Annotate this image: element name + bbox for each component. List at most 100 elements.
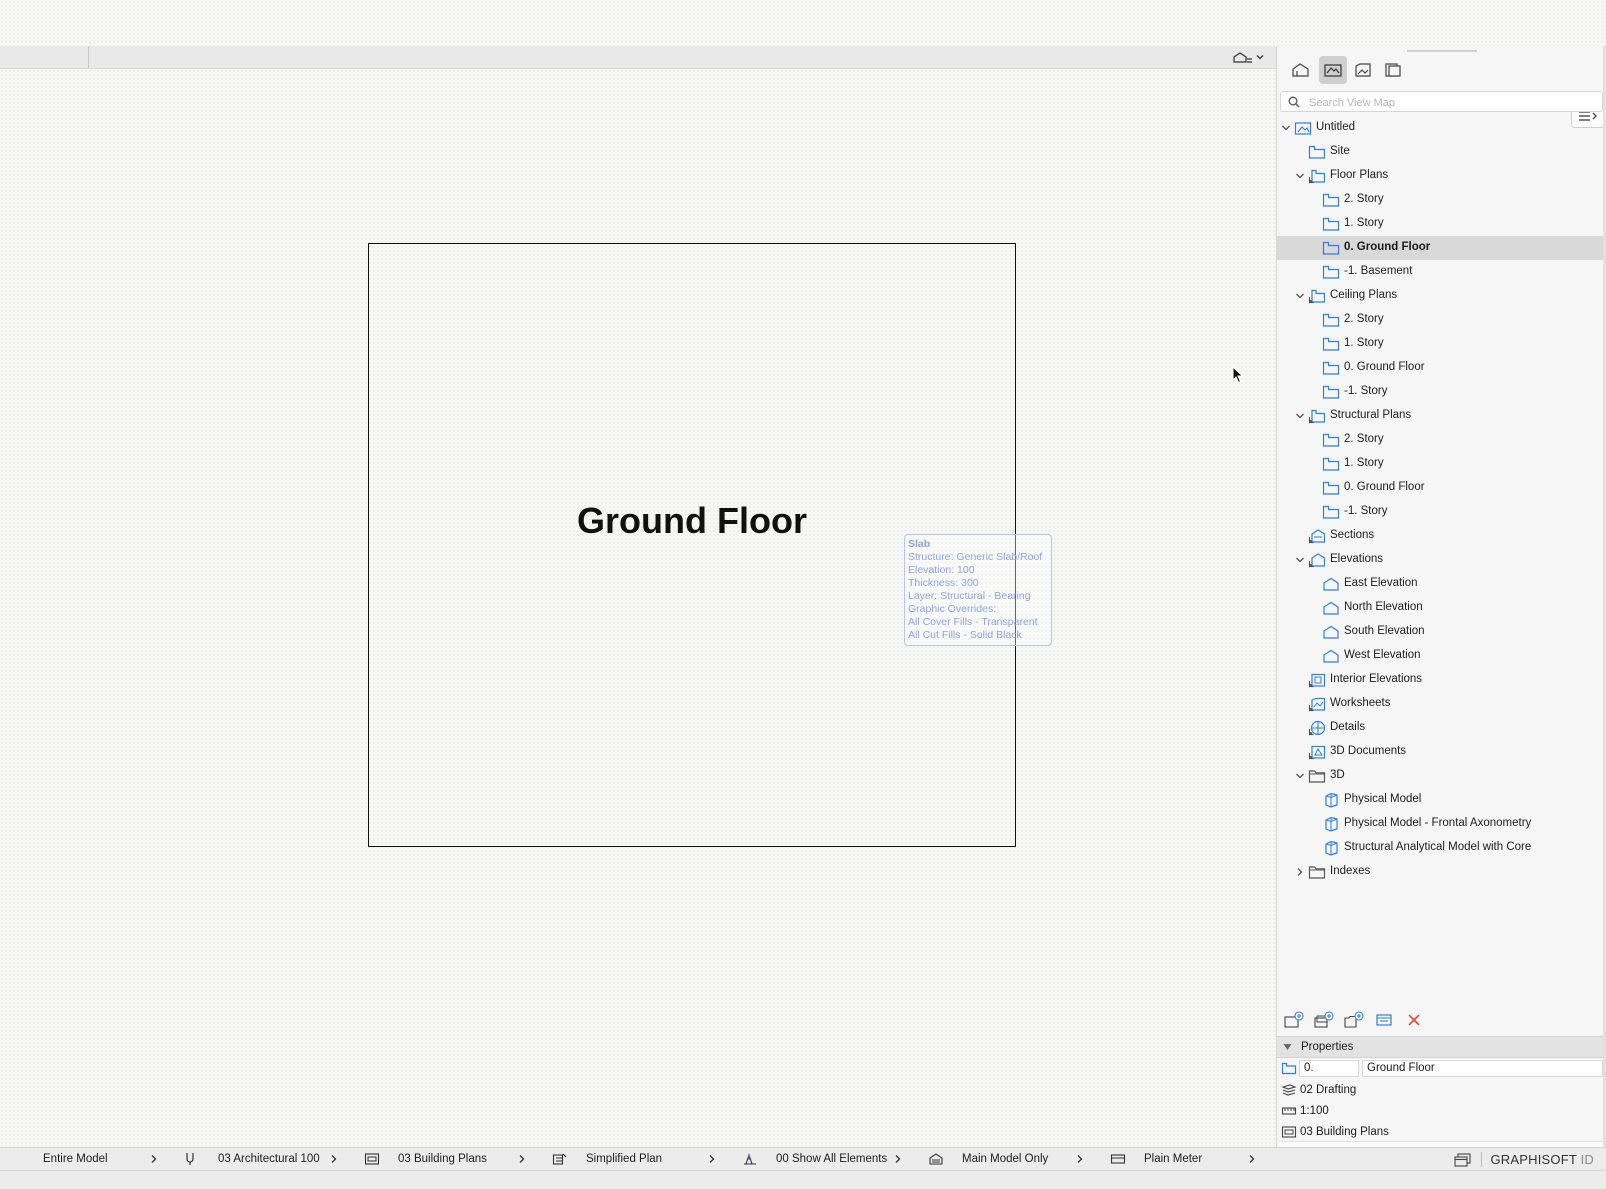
- tree-item[interactable]: Floor Plans: [1277, 164, 1606, 188]
- tree-item[interactable]: West Elevation: [1277, 644, 1606, 668]
- scale-icon: [1281, 1107, 1297, 1115]
- tree-item[interactable]: Indexes: [1277, 860, 1606, 884]
- tree-item-label: Interior Elevations: [1330, 673, 1423, 685]
- view-name-field[interactable]: Ground Floor: [1362, 1060, 1603, 1077]
- tree-item[interactable]: 2. Story: [1277, 188, 1606, 212]
- tree-item[interactable]: 0. Ground Floor: [1277, 476, 1606, 500]
- chevron-down-icon[interactable]: [1295, 291, 1305, 301]
- drawing-canvas[interactable]: Ground Floor Slab Structure: Generic Slab…: [0, 69, 1276, 1147]
- tree-item-label: -1. Story: [1344, 505, 1388, 517]
- tree-item[interactable]: Untitled: [1277, 116, 1606, 140]
- chevron-down-icon[interactable]: [1281, 123, 1291, 133]
- tree-item[interactable]: Worksheets: [1277, 692, 1606, 716]
- plan-view-icon: [1281, 1062, 1297, 1075]
- mouse-cursor-icon: [1232, 366, 1244, 384]
- chevron-down-icon[interactable]: [1295, 171, 1305, 181]
- navigator-panel: Untitled Site Floor Plans 2. Story 1. Story 0…: [1276, 46, 1606, 1164]
- tree-item-label: Worksheets: [1330, 697, 1391, 709]
- tree-item-label: 0. Ground Floor: [1344, 361, 1425, 373]
- tree-item[interactable]: Interior Elevations: [1277, 668, 1606, 692]
- chevron-down-icon[interactable]: [1295, 771, 1305, 781]
- new-folder-button[interactable]: [1343, 1010, 1365, 1030]
- new-view-button[interactable]: [1283, 1010, 1305, 1030]
- new-folder-icon: [1344, 1011, 1364, 1028]
- quick-option-03-architectural-100[interactable]: 03 Architectural 100: [178, 1148, 358, 1171]
- tree-item[interactable]: 3D: [1277, 764, 1606, 788]
- tree-item[interactable]: -1. Basement: [1277, 260, 1606, 284]
- quick-option-simplified-plan[interactable]: Simplified Plan: [546, 1148, 736, 1171]
- tree-item[interactable]: 0. Ground Floor: [1277, 356, 1606, 380]
- quick-option-03-building-plans[interactable]: 03 Building Plans: [358, 1148, 546, 1171]
- quick-options-bar: Entire Model 03 Architectural 100 03 Build…: [0, 1147, 1276, 1171]
- chevron-right-icon[interactable]: [1295, 867, 1305, 877]
- tree-item-label: Structural Plans: [1330, 409, 1412, 421]
- quick-option-label: Simplified Plan: [586, 1153, 663, 1165]
- 3d-view-icon: [1322, 840, 1340, 856]
- element-info-tooltip: Slab Structure: Generic Slab/Roof Elevatio…: [904, 534, 1052, 646]
- tab-layout-book[interactable]: [1349, 56, 1377, 84]
- tab-project-map[interactable]: [1287, 56, 1315, 84]
- elevation-view-icon: [1322, 648, 1340, 664]
- tree-item[interactable]: 1. Story: [1277, 332, 1606, 356]
- tree-item[interactable]: North Elevation: [1277, 596, 1606, 620]
- delete-button[interactable]: [1403, 1010, 1425, 1030]
- tooltip-line: All Cover Fills - Transparent: [908, 616, 1038, 628]
- dimension-icon: [1110, 1152, 1126, 1169]
- plan-view-icon: [1322, 312, 1340, 328]
- property-layer-row[interactable]: 02 Drafting: [1277, 1080, 1606, 1101]
- tab-view-map[interactable]: [1319, 56, 1347, 84]
- tree-item[interactable]: South Elevation: [1277, 620, 1606, 644]
- search-field[interactable]: [1280, 91, 1603, 112]
- view-id-field[interactable]: 0.: [1299, 1060, 1359, 1077]
- layout-book-icon: [1355, 63, 1371, 77]
- tab-publisher-sets[interactable]: [1379, 56, 1407, 84]
- tree-item[interactable]: 2. Story: [1277, 308, 1606, 332]
- search-input[interactable]: [1307, 94, 1591, 112]
- plan-view-icon: [1322, 384, 1340, 400]
- quick-option-00-show-all-elements[interactable]: 00 Show All Elements: [736, 1148, 922, 1171]
- property-mvo-row[interactable]: 03 Building Plans: [1277, 1122, 1606, 1143]
- chevron-down-icon[interactable]: [1295, 411, 1305, 421]
- view-options-button[interactable]: [1226, 48, 1270, 66]
- tree-item[interactable]: Elevations: [1277, 548, 1606, 572]
- chevron-right-icon: [708, 1152, 716, 1167]
- chevron-right-icon: [1076, 1152, 1084, 1167]
- tree-item[interactable]: 3D Documents: [1277, 740, 1606, 764]
- section-folder-icon: [1308, 528, 1326, 544]
- tree-item[interactable]: 2. Story: [1277, 428, 1606, 452]
- tree-item[interactable]: Sections: [1277, 524, 1606, 548]
- tree-item[interactable]: Structural Analytical Model with Core: [1277, 836, 1606, 860]
- plan-folder-icon: [1308, 288, 1326, 304]
- tree-item[interactable]: East Elevation: [1277, 572, 1606, 596]
- tree-item-label: 1. Story: [1344, 457, 1384, 469]
- clone-folder-button[interactable]: [1313, 1010, 1335, 1030]
- tree-item[interactable]: -1. Story: [1277, 380, 1606, 404]
- quick-option-entire-model[interactable]: Entire Model: [0, 1148, 178, 1171]
- tree-item[interactable]: Details: [1277, 716, 1606, 740]
- tree-item[interactable]: Physical Model: [1277, 788, 1606, 812]
- tree-item[interactable]: Structural Plans: [1277, 404, 1606, 428]
- elevation-view-icon: [1322, 576, 1340, 592]
- property-scale-row[interactable]: 1:100: [1277, 1101, 1606, 1122]
- chevron-down-icon[interactable]: [1295, 555, 1305, 565]
- tree-item[interactable]: -1. Story: [1277, 500, 1606, 524]
- panel-resize-grip[interactable]: [1407, 50, 1477, 52]
- chevron-right-icon: [894, 1152, 902, 1167]
- tooltip-line: Elevation: 100: [908, 564, 975, 576]
- quick-option-main-model-only[interactable]: Main Model Only: [922, 1148, 1104, 1171]
- properties-header[interactable]: Properties: [1277, 1036, 1606, 1058]
- tree-item-selected[interactable]: 0. Ground Floor: [1277, 236, 1606, 260]
- elevation-view-icon: [1322, 624, 1340, 640]
- tree-item[interactable]: Site: [1277, 140, 1606, 164]
- tree-item-label: Structural Analytical Model with Core: [1344, 841, 1532, 853]
- tree-item[interactable]: 1. Story: [1277, 212, 1606, 236]
- brand-suffix: ID: [1580, 1152, 1594, 1167]
- tree-item[interactable]: 1. Story: [1277, 452, 1606, 476]
- tree-item[interactable]: Physical Model - Frontal Axonometry: [1277, 812, 1606, 836]
- quick-option-plain-meter[interactable]: Plain Meter: [1104, 1148, 1276, 1171]
- tree-item[interactable]: Ceiling Plans: [1277, 284, 1606, 308]
- graphisoft-id-button[interactable]: GRAPHISOFT ID: [1491, 1152, 1595, 1167]
- window-icon[interactable]: [1454, 1153, 1472, 1167]
- view-settings-button[interactable]: [1373, 1010, 1395, 1030]
- project-icon: [1294, 120, 1312, 136]
